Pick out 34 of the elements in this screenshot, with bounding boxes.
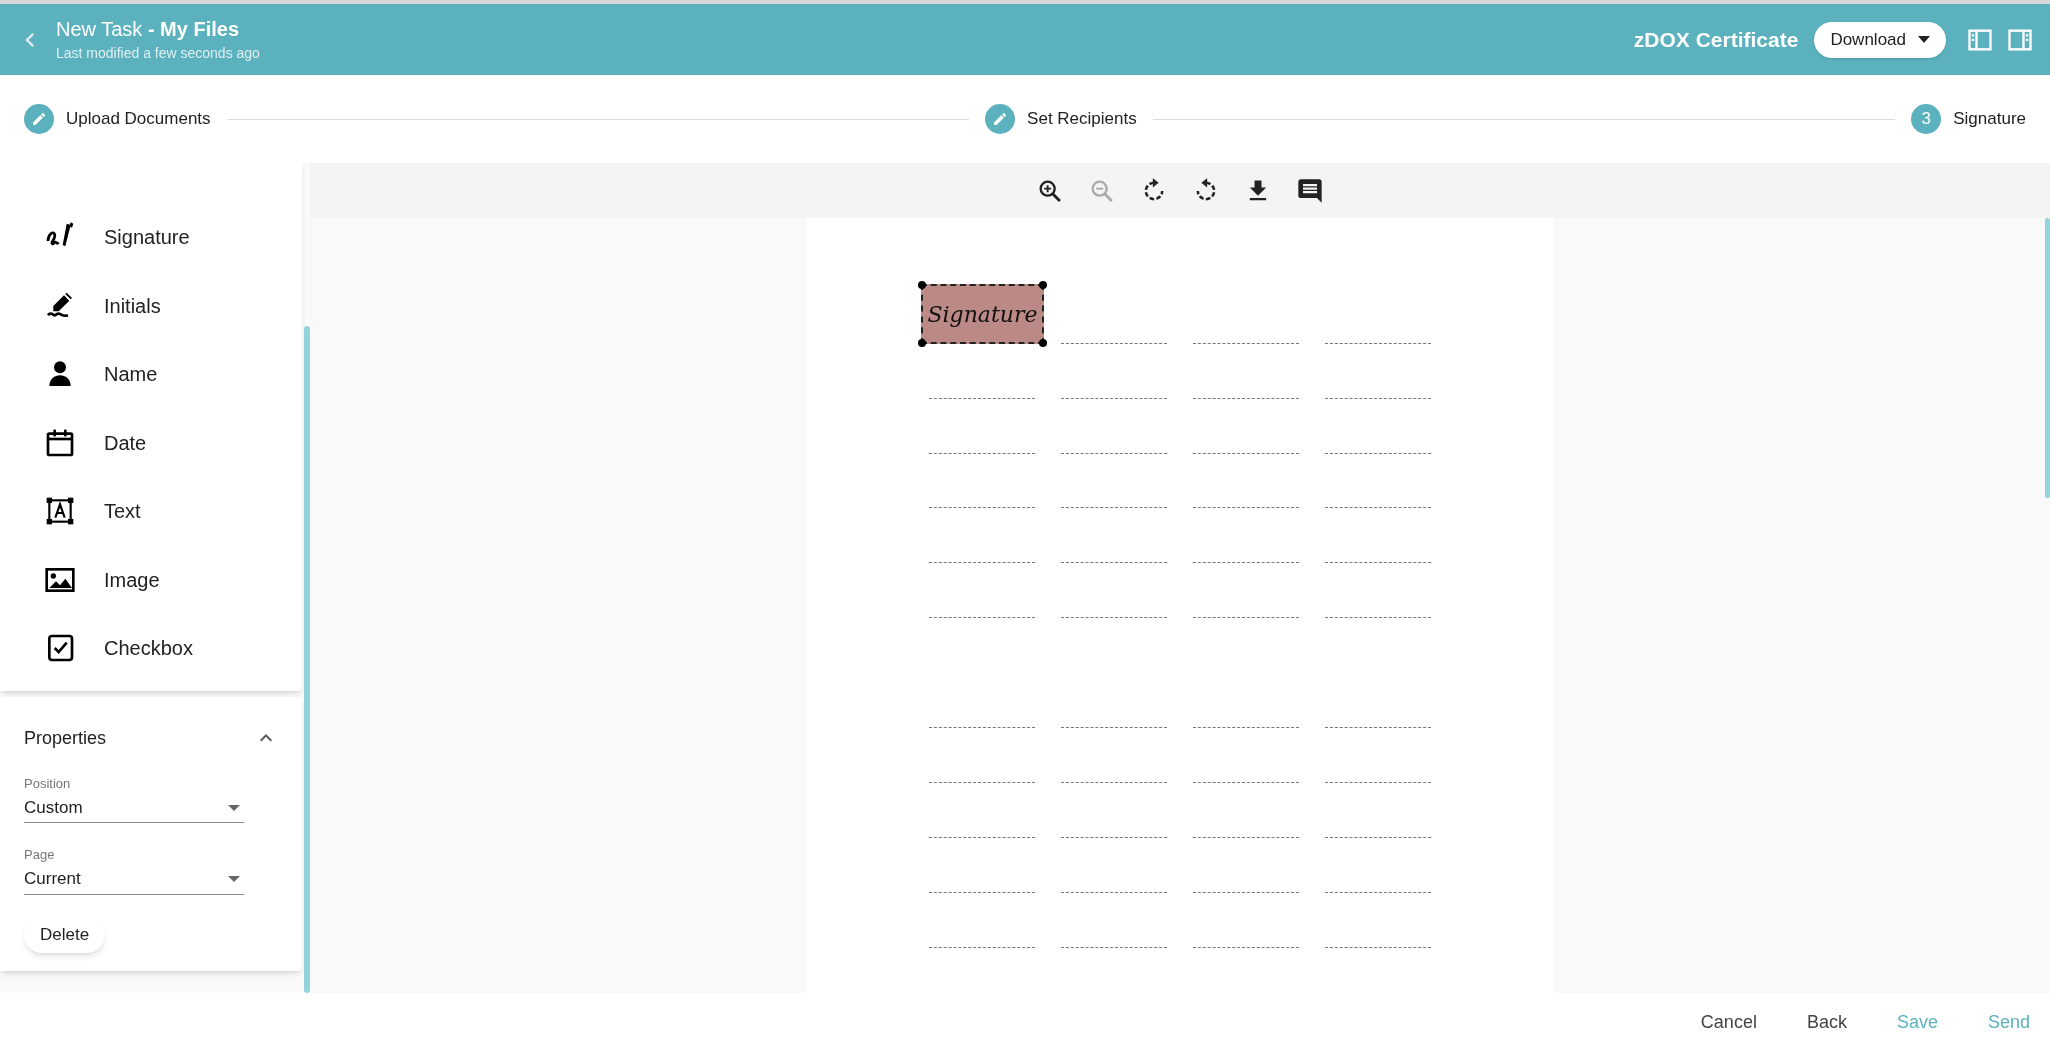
scrollbar[interactable] bbox=[304, 326, 310, 993]
resize-handle[interactable] bbox=[1039, 339, 1047, 347]
select-field[interactable]: Custom bbox=[24, 793, 244, 823]
step-label[interactable]: Signature bbox=[1953, 106, 2026, 132]
signature-placeholder: Signature bbox=[927, 300, 1038, 329]
field-type-item[interactable]: Image bbox=[0, 545, 302, 614]
resize-handle[interactable] bbox=[918, 281, 926, 289]
scrollbar[interactable] bbox=[2045, 218, 2050, 498]
delete-button[interactable]: Delete bbox=[24, 916, 106, 953]
download-dropdown[interactable]: Download bbox=[1814, 21, 1946, 58]
field-label: Position bbox=[24, 774, 72, 793]
field-label: Page bbox=[24, 846, 56, 864]
comment-icon[interactable] bbox=[1296, 176, 1324, 205]
last-modified-text: Last modified a few seconds ago bbox=[56, 44, 260, 63]
step-label[interactable]: Upload Documents bbox=[66, 106, 211, 132]
pencil-icon bbox=[992, 111, 1009, 127]
field-type-item[interactable]: Text bbox=[0, 477, 302, 546]
step-label[interactable]: Set Recipients bbox=[1027, 106, 1137, 132]
step-number: 3 bbox=[1911, 104, 1942, 134]
certificate-title: zDOX Certificate bbox=[1633, 26, 1799, 53]
footer-button[interactable]: Back bbox=[1806, 1009, 1847, 1036]
footer-button[interactable]: Cancel bbox=[1700, 1009, 1757, 1036]
field-type-item[interactable]: Initials bbox=[0, 271, 302, 340]
field-type-item[interactable]: Name bbox=[0, 340, 302, 409]
select-field[interactable]: Current bbox=[24, 864, 244, 895]
signature-field[interactable]: Signature bbox=[921, 284, 1044, 344]
properties-heading: Properties bbox=[24, 726, 107, 750]
resize-handle[interactable] bbox=[1039, 281, 1047, 289]
field-type-item[interactable]: Date bbox=[0, 408, 302, 477]
field-type-item[interactable]: Signature bbox=[0, 203, 302, 272]
document-title: New Task - My Files bbox=[56, 17, 241, 42]
resize-handle[interactable] bbox=[918, 339, 926, 347]
pencil-icon bbox=[31, 111, 47, 127]
field-type-item[interactable]: Checkbox bbox=[0, 614, 302, 683]
